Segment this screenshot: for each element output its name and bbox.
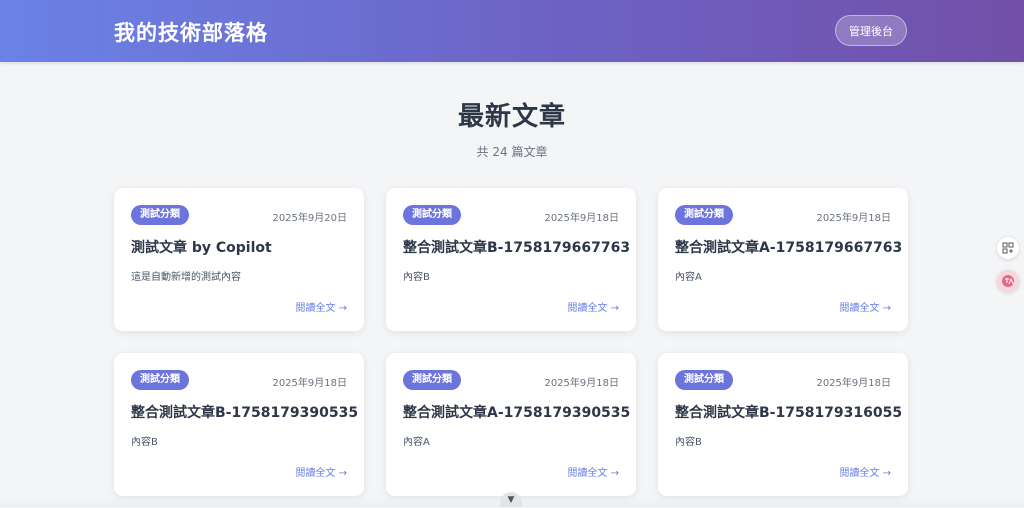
post-date: 2025年9月18日 (272, 378, 347, 389)
post-card[interactable]: 測試分類 2025年9月18日 整合測試文章A-1758179390535 內容… (386, 353, 636, 496)
category-badge[interactable]: 測試分類 (675, 205, 733, 225)
post-date: 2025年9月18日 (544, 213, 619, 224)
post-excerpt: 內容B (403, 272, 430, 283)
post-excerpt: 內容B (131, 437, 158, 448)
post-title[interactable]: 測試文章 by Copilot (131, 237, 351, 257)
category-badge[interactable]: 測試分類 (403, 205, 461, 225)
read-more-link[interactable]: 閱讀全文 → (839, 299, 891, 314)
post-card[interactable]: 測試分類 2025年9月18日 整合測試文章B-1758179390535 內容… (114, 353, 364, 496)
post-title[interactable]: 整合測試文章B-1758179316055 (675, 402, 902, 422)
site-title[interactable]: 我的技術部落格 (114, 17, 268, 47)
admin-button[interactable]: 管理後台 (835, 15, 907, 46)
post-title[interactable]: 整合測試文章B-1758179667763 (403, 237, 630, 257)
post-excerpt: 內容B (675, 437, 702, 448)
post-title[interactable]: 整合測試文章A-1758179390535 (403, 402, 630, 422)
post-card[interactable]: 測試分類 2025年9月18日 整合測試文章A-1758179667763 內容… (658, 188, 908, 331)
category-badge[interactable]: 測試分類 (131, 370, 189, 390)
page-title: 最新文章 (457, 102, 566, 132)
translate-glyph (1002, 275, 1014, 287)
chevron-down-icon[interactable]: ▼ (500, 492, 522, 507)
site-header: 我的技術部落格 管理後台 (0, 0, 1024, 62)
category-badge[interactable]: 測試分類 (131, 205, 189, 225)
read-more-link[interactable]: 閱讀全文 → (295, 299, 347, 314)
post-card[interactable]: 測試分類 2025年9月18日 整合測試文章B-1758179316055 內容… (658, 353, 908, 496)
translate-icon[interactable] (997, 270, 1019, 292)
post-card[interactable]: 測試分類 2025年9月18日 整合測試文章B-1758179667763 內容… (386, 188, 636, 331)
post-title[interactable]: 整合測試文章B-1758179390535 (131, 402, 358, 422)
post-excerpt: 內容A (403, 437, 430, 448)
post-count: 共 24 篇文章 (476, 145, 548, 159)
post-excerpt: 這是自動新增的測試內容 (131, 272, 241, 283)
category-badge[interactable]: 測試分類 (403, 370, 461, 390)
category-badge[interactable]: 測試分類 (675, 370, 733, 390)
read-more-link[interactable]: 閱讀全文 → (567, 464, 619, 479)
read-more-link[interactable]: 閱讀全文 → (839, 464, 891, 479)
grid-plus-icon[interactable] (997, 237, 1019, 259)
post-card[interactable]: 測試分類 2025年9月20日 測試文章 by Copilot 這是自動新增的測… (114, 188, 364, 331)
post-excerpt: 內容A (675, 272, 702, 283)
grid-plus-glyph (1002, 242, 1014, 254)
post-date: 2025年9月18日 (816, 378, 891, 389)
post-date: 2025年9月18日 (816, 213, 891, 224)
read-more-link[interactable]: 閱讀全文 → (295, 464, 347, 479)
post-title[interactable]: 整合測試文章A-1758179667763 (675, 237, 902, 257)
read-more-link[interactable]: 閱讀全文 → (567, 299, 619, 314)
post-date: 2025年9月20日 (272, 213, 347, 224)
post-date: 2025年9月18日 (544, 378, 619, 389)
